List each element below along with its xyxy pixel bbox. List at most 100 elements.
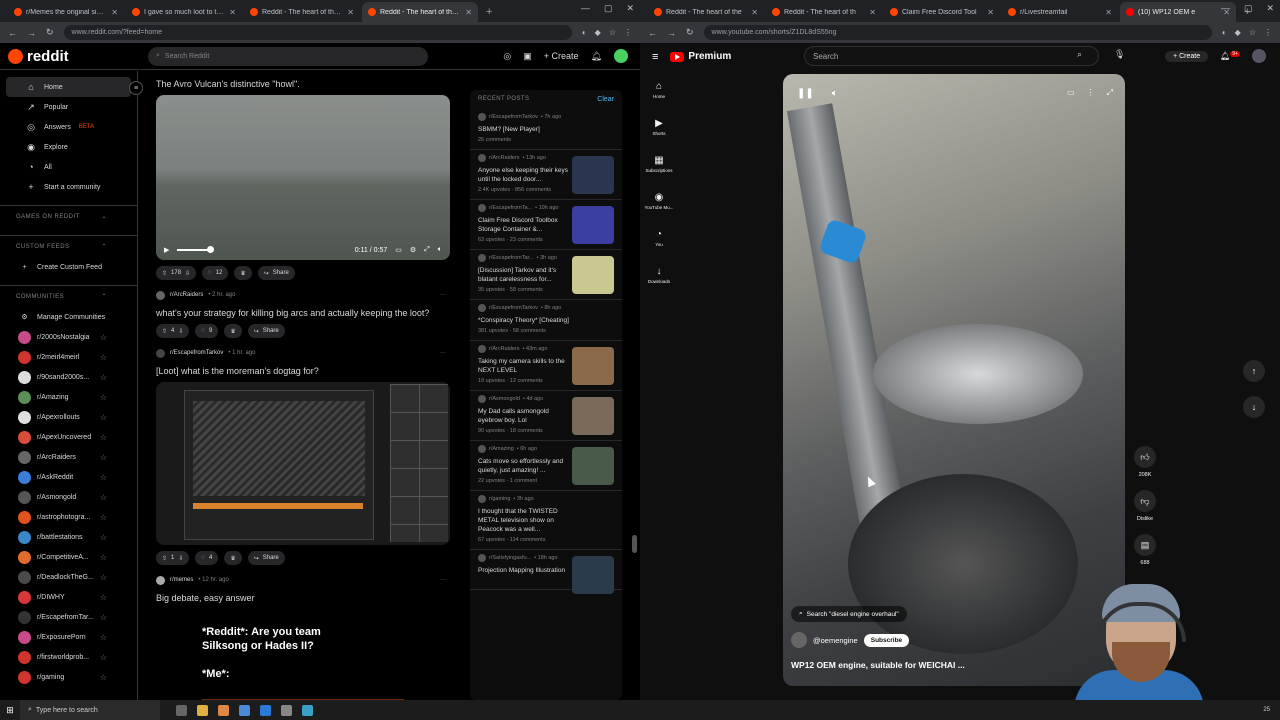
favorite-star-icon[interactable]: ☆ (100, 653, 107, 662)
settings-icon[interactable] (281, 704, 292, 716)
sidebar-community-item[interactable]: r/gaming ☆ (0, 667, 137, 687)
post-image[interactable] (156, 382, 450, 545)
menu-icon[interactable]: ⋮ (624, 28, 632, 37)
nav-home[interactable]: ⌂ Home (640, 71, 678, 108)
subscribe-button[interactable]: Subscribe (863, 633, 910, 647)
bell-icon[interactable]: 🔔︎ 9+ (1220, 51, 1240, 61)
post-title[interactable]: what's your strategy for killing big arc… (150, 308, 460, 318)
reload-icon[interactable]: ↻ (46, 27, 54, 38)
close-icon[interactable]: ✕ (347, 8, 354, 17)
favorite-star-icon[interactable]: ☆ (100, 473, 107, 482)
sidebar-item-home[interactable]: ⌂ Home (6, 77, 131, 97)
recent-post-item[interactable]: r/Satisfyingasfu... • 18h ago Projection M… (470, 550, 622, 594)
captions-icon[interactable]: ▭ (1067, 88, 1075, 98)
favorite-star-icon[interactable]: ☆ (100, 513, 107, 522)
favorite-star-icon[interactable]: ☆ (100, 373, 107, 382)
forward-icon[interactable]: → (27, 28, 36, 38)
favorite-star-icon[interactable]: ☆ (100, 573, 107, 582)
close-icon[interactable]: ✕ (751, 8, 758, 17)
taskbar-search-input[interactable]: ⌕ Type here to search (20, 700, 160, 720)
forward-icon[interactable]: → (667, 28, 676, 38)
search-suggestion-chip[interactable]: ⌕ Search "diesel engine overhaul" (791, 606, 907, 622)
more-options-icon[interactable]: ··· (440, 577, 446, 583)
sidebar-item-all[interactable]: ◔ All (6, 157, 131, 177)
fullscreen-icon[interactable]: ⤢ (424, 246, 430, 254)
favorite-star-icon[interactable]: ☆ (100, 413, 107, 422)
favorite-star-icon[interactable]: ☆ (100, 353, 107, 362)
favorite-star-icon[interactable]: ☆ (100, 533, 107, 542)
speaker-icon[interactable]: 🔈︎ (438, 246, 442, 254)
reddit-logo[interactable]: reddit (8, 48, 148, 65)
avatar[interactable] (614, 49, 628, 63)
subreddit-link[interactable]: r/ArcRaiders (170, 292, 203, 298)
collapse-sidebar-button[interactable]: ≡ (129, 81, 143, 95)
dislike-button[interactable]: 👎︎ Dislike (1133, 490, 1157, 522)
next-short-button[interactable]: ↓ (1243, 396, 1265, 418)
post-title[interactable]: Big debate, easy answer (150, 593, 460, 603)
sidebar-community-item[interactable]: r/DIWHY ☆ (0, 587, 137, 607)
url-field[interactable]: www.youtube.com/shorts/Z1DL8dS55ng (703, 25, 1212, 40)
short-title[interactable]: WP12 OEM engine, suitable for WEICHAI ..… (791, 660, 965, 670)
post-title[interactable]: The Avro Vulcan's distinctive "howl". (150, 79, 460, 89)
sidebar-community-item[interactable]: r/CompetitiveA... ☆ (0, 547, 137, 567)
comments-button[interactable]: ◌ 4 (195, 551, 219, 565)
manage-communities[interactable]: ⚙ Manage Communities (0, 307, 137, 327)
star-icon[interactable]: ☆ (1249, 28, 1256, 37)
close-icon[interactable]: ✕ (465, 8, 472, 17)
minimize-icon[interactable]: — (581, 3, 590, 14)
left-tab-2[interactable]: Reddit - The heart of the interne ✕ (244, 2, 360, 22)
menu-icon[interactable]: ⋮ (1264, 28, 1272, 37)
youtube-search-input[interactable]: Search (804, 46, 1099, 66)
share-button[interactable]: ↪ Share (257, 266, 295, 280)
close-icon[interactable]: ✕ (987, 8, 994, 17)
comments-button[interactable]: ◌ 9 (195, 324, 219, 338)
recent-post-item[interactable]: r/EscapefromTar... • 3h ago [Discussion] T… (470, 250, 622, 300)
favorite-star-icon[interactable]: ☆ (100, 613, 107, 622)
maximize-icon[interactable]: ▢ (604, 3, 613, 14)
nav-subscriptions[interactable]: ▦ Subscriptions (640, 145, 678, 182)
close-icon[interactable]: ✕ (229, 8, 236, 17)
channel-name[interactable]: @oemengine (813, 636, 858, 645)
sidebar-community-item[interactable]: r/2meirl4meirl ☆ (0, 347, 137, 367)
maximize-icon[interactable]: ▢ (1244, 3, 1253, 14)
settings-icon[interactable]: ⚙ (410, 246, 416, 254)
extension-icon[interactable]: ◆ (595, 28, 601, 37)
games-section-header[interactable]: GAMES ON REDDIT ⌄ (0, 205, 137, 227)
hamburger-menu-icon[interactable]: ≡ (652, 51, 658, 63)
nav-you[interactable]: ◔ You (640, 219, 678, 256)
favorite-star-icon[interactable]: ☆ (100, 493, 107, 502)
back-icon[interactable]: ← (8, 28, 17, 38)
recent-post-item[interactable]: r/EscapefromTarkov • 8h ago *Conspiracy Th… (470, 300, 622, 341)
close-window-icon[interactable]: ✕ (626, 3, 634, 14)
new-tab-button[interactable]: + (480, 2, 498, 22)
sidebar-community-item[interactable]: r/2000sNostalgia ☆ (0, 327, 137, 347)
create-button[interactable]: + Create (544, 51, 579, 61)
extension-icon[interactable]: ◆ (1235, 28, 1241, 37)
sidebar-community-item[interactable]: r/EscapefromTar... ☆ (0, 607, 137, 627)
url-field[interactable]: www.reddit.com/?feed=home (63, 25, 572, 40)
comments-button[interactable]: ◌ 12 (202, 266, 229, 280)
share-button[interactable]: ↪ Share (247, 551, 285, 565)
sidebar-item-answers[interactable]: ◎ Answers BETA (6, 117, 131, 137)
close-window-icon[interactable]: ✕ (1266, 3, 1274, 14)
right-tab-0[interactable]: Reddit - The heart of the ✕ (648, 2, 764, 22)
award-button[interactable]: ♛ (224, 551, 242, 565)
clear-button[interactable]: Clear (597, 96, 614, 103)
nav-downloads[interactable]: ↓ Downloads (640, 256, 678, 293)
close-icon[interactable]: ✕ (111, 8, 118, 17)
scrollbar-thumb[interactable] (632, 535, 637, 553)
extension-icon[interactable]: ◐ (582, 28, 587, 37)
minimize-icon[interactable]: — (1221, 3, 1230, 14)
create-button[interactable]: + Create (1165, 50, 1209, 62)
sidebar-community-item[interactable]: r/ExposurePorn ☆ (0, 627, 137, 647)
sidebar-community-item[interactable]: r/firstworldprob... ☆ (0, 647, 137, 667)
share-button[interactable]: ↪ Share (247, 324, 285, 338)
avatar[interactable] (1252, 49, 1266, 63)
chat-icon[interactable]: ▣ (523, 51, 532, 62)
sidebar-community-item[interactable]: r/ApexUncovered ☆ (0, 427, 137, 447)
browser-icon[interactable] (218, 704, 229, 716)
more-options-icon[interactable]: ⋮ (1087, 88, 1095, 98)
sidebar-community-item[interactable]: r/Amazing ☆ (0, 387, 137, 407)
recent-post-item[interactable]: r/EscapefromTa... • 10h ago Claim Free Dis… (470, 200, 622, 250)
meme-image[interactable]: *Reddit*: Are you team Silksong or Hades… (156, 609, 450, 700)
